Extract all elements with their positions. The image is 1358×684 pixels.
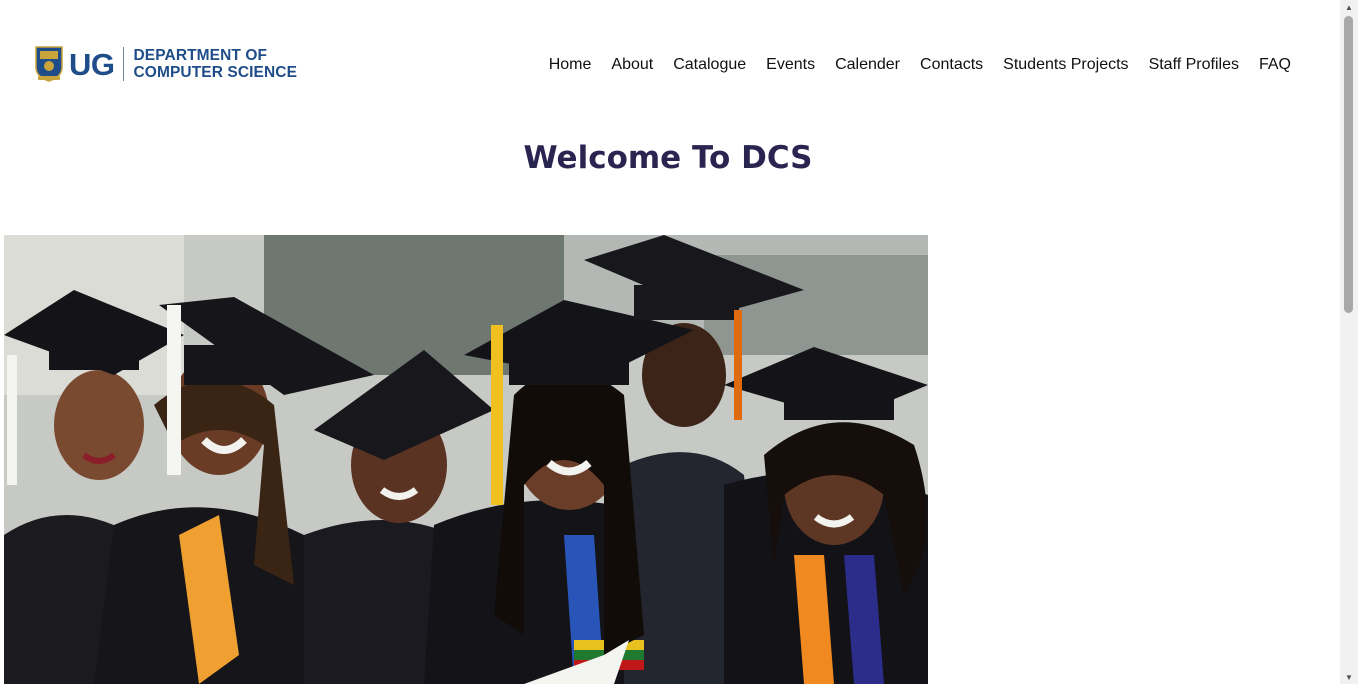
logo-dept-line-1: DEPARTMENT OF bbox=[133, 47, 268, 64]
logo-ug-text: UG bbox=[69, 46, 115, 82]
nav-item-home[interactable]: Home bbox=[549, 54, 592, 76]
university-crest-icon bbox=[35, 46, 63, 82]
scroll-up-arrow-icon[interactable]: ▲ bbox=[1340, 0, 1358, 14]
nav-item-catalogue[interactable]: Catalogue bbox=[673, 54, 746, 76]
nav-item-calender[interactable]: Calender bbox=[835, 54, 900, 76]
logo-divider bbox=[122, 47, 124, 81]
nav-item-students-projects[interactable]: Students Projects bbox=[1003, 54, 1128, 76]
nav-item-contacts[interactable]: Contacts bbox=[920, 54, 983, 76]
page-scrollbar[interactable]: ▲ ▼ bbox=[1340, 0, 1358, 684]
hero-image bbox=[4, 235, 928, 684]
page: UG DEPARTMENT OF COMPUTER SCIENCE Home A… bbox=[0, 0, 1340, 684]
site-header: UG DEPARTMENT OF COMPUTER SCIENCE Home A… bbox=[0, 0, 1340, 130]
nav-item-about[interactable]: About bbox=[611, 54, 653, 76]
scroll-down-arrow-icon[interactable]: ▼ bbox=[1340, 670, 1358, 684]
page-title: Welcome To DCS bbox=[523, 140, 813, 176]
logo-dept-line-2: COMPUTER SCIENCE bbox=[133, 64, 298, 81]
graduates-photo bbox=[4, 235, 928, 684]
nav-item-events[interactable]: Events bbox=[766, 54, 815, 76]
scrollbar-thumb[interactable] bbox=[1344, 16, 1353, 313]
nav-item-staff-profiles[interactable]: Staff Profiles bbox=[1149, 54, 1239, 76]
main-nav: Home About Catalogue Events Calender Con… bbox=[549, 54, 1291, 76]
site-logo[interactable]: UG DEPARTMENT OF COMPUTER SCIENCE bbox=[34, 44, 297, 84]
logo-department-name: DEPARTMENT OF COMPUTER SCIENCE bbox=[134, 47, 298, 81]
nav-item-faq[interactable]: FAQ bbox=[1259, 54, 1291, 76]
